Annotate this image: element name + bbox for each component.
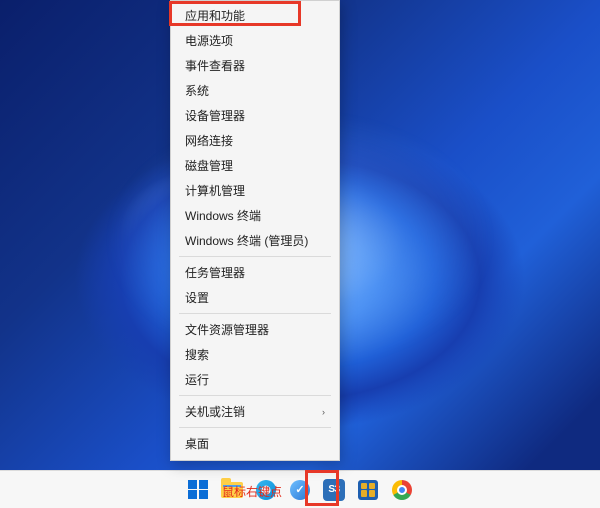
menu-search[interactable]: 搜索 — [171, 342, 339, 367]
menu-disk-management[interactable]: 磁盘管理 — [171, 153, 339, 178]
annotation-label: 鼠标右键点 — [222, 483, 282, 500]
menu-item-label: 电源选项 — [185, 32, 233, 49]
taskbar-chrome[interactable] — [389, 477, 415, 503]
menu-separator — [179, 427, 331, 428]
menu-network-connections[interactable]: 网络连接 — [171, 128, 339, 153]
menu-item-label: 搜索 — [185, 346, 209, 363]
menu-computer-management[interactable]: 计算机管理 — [171, 178, 339, 203]
menu-item-label: 应用和功能 — [185, 7, 245, 24]
menu-item-label: 设备管理器 — [185, 107, 245, 124]
menu-item-label: 设置 — [185, 289, 209, 306]
menu-item-label: 任务管理器 — [185, 264, 245, 281]
menu-shutdown-signout[interactable]: 关机或注销 › — [171, 399, 339, 424]
menu-task-manager[interactable]: 任务管理器 — [171, 260, 339, 285]
menu-item-label: 文件资源管理器 — [185, 321, 269, 338]
menu-item-label: 网络连接 — [185, 132, 233, 149]
menu-settings[interactable]: 设置 — [171, 285, 339, 310]
menu-run[interactable]: 运行 — [171, 367, 339, 392]
menu-windows-terminal[interactable]: Windows 终端 — [171, 203, 339, 228]
menu-desktop[interactable]: 桌面 — [171, 431, 339, 456]
menu-power-options[interactable]: 电源选项 — [171, 28, 339, 53]
menu-item-label: 计算机管理 — [185, 182, 245, 199]
menu-event-viewer[interactable]: 事件查看器 — [171, 53, 339, 78]
menu-file-explorer[interactable]: 文件资源管理器 — [171, 317, 339, 342]
menu-separator — [179, 313, 331, 314]
start-context-menu: 应用和功能 电源选项 事件查看器 系统 设备管理器 网络连接 磁盘管理 计算机管… — [170, 0, 340, 461]
menu-system[interactable]: 系统 — [171, 78, 339, 103]
chrome-icon — [392, 480, 412, 500]
menu-item-label: 事件查看器 — [185, 57, 245, 74]
menu-item-label: Windows 终端 — [185, 207, 261, 224]
chevron-right-icon: › — [322, 407, 325, 417]
windows-logo-icon — [188, 480, 208, 500]
browser-icon: ✓ — [290, 480, 310, 500]
menu-item-label: 运行 — [185, 371, 209, 388]
menu-windows-terminal-admin[interactable]: Windows 终端 (管理员) — [171, 228, 339, 253]
grid-app-icon — [358, 480, 378, 500]
taskbar-s3-app[interactable]: S3 — [321, 477, 347, 503]
taskbar: ◉ ✓ S3 — [0, 470, 600, 508]
menu-separator — [179, 395, 331, 396]
menu-item-label: 关机或注销 — [185, 403, 245, 420]
menu-device-manager[interactable]: 设备管理器 — [171, 103, 339, 128]
taskbar-grid-app[interactable] — [355, 477, 381, 503]
menu-item-label: 磁盘管理 — [185, 157, 233, 174]
menu-item-label: 桌面 — [185, 435, 209, 452]
s3-icon: S3 — [323, 479, 345, 501]
taskbar-browser-2[interactable]: ✓ — [287, 477, 313, 503]
menu-apps-features[interactable]: 应用和功能 — [171, 3, 339, 28]
start-button[interactable] — [185, 477, 211, 503]
menu-item-label: 系统 — [185, 82, 209, 99]
menu-item-label: Windows 终端 (管理员) — [185, 232, 308, 249]
menu-separator — [179, 256, 331, 257]
